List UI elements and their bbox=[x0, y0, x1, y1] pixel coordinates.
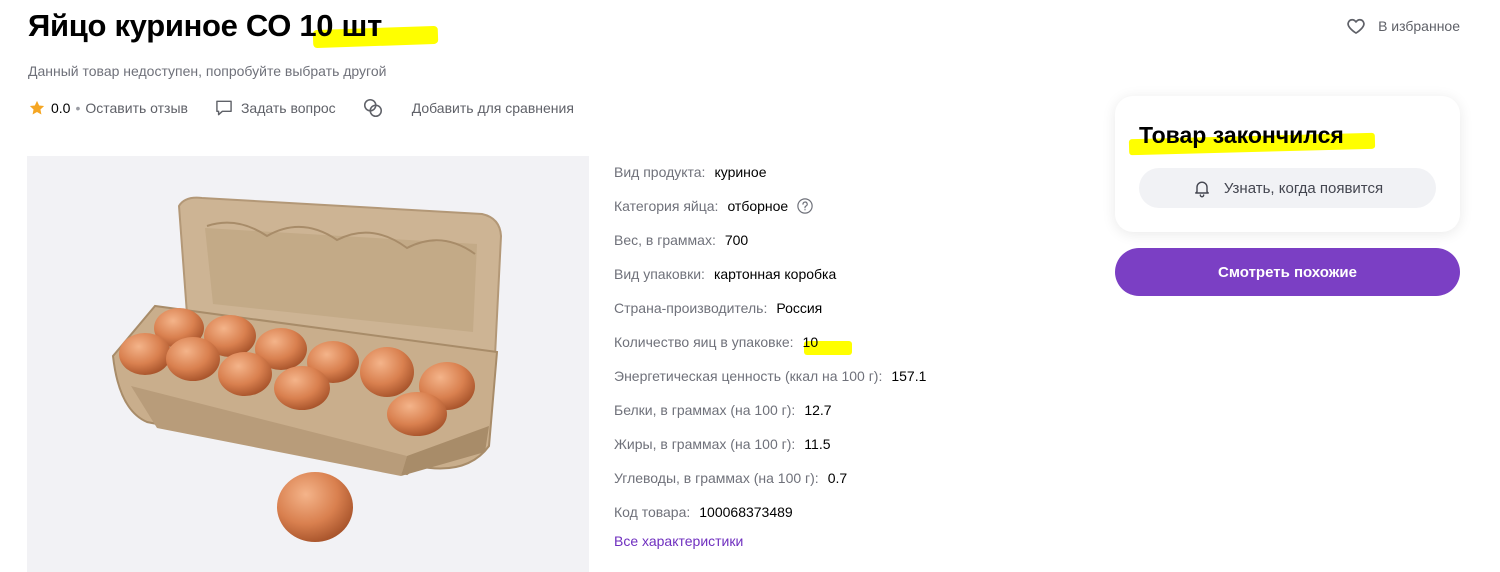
spec-value: картонная коробка bbox=[713, 266, 837, 282]
spec-value: 12.7 bbox=[804, 402, 832, 418]
spec-label: Белки, в граммах (на 100 г): bbox=[614, 402, 796, 418]
spec-row: Количество яиц в упаковке: 10 bbox=[614, 325, 926, 359]
spec-row: Белки, в граммах (на 100 г): 12.7 bbox=[614, 393, 926, 427]
spec-value: куриное bbox=[714, 164, 767, 180]
spec-value: отборное bbox=[727, 198, 789, 214]
product-image[interactable] bbox=[27, 156, 589, 572]
add-to-compare-link[interactable]: Добавить для сравнения bbox=[412, 100, 574, 116]
spec-value: Россия bbox=[776, 300, 823, 316]
star-icon bbox=[29, 100, 45, 115]
question-mark-icon[interactable] bbox=[796, 197, 814, 215]
egg-carton-illustration bbox=[111, 196, 503, 542]
spec-row: Жиры, в граммах (на 100 г): 11.5 bbox=[614, 427, 926, 461]
spec-label: Углеводы, в граммах (на 100 г): bbox=[614, 470, 819, 486]
spec-label: Количество яиц в упаковке: bbox=[614, 334, 794, 350]
compare-icon[interactable] bbox=[362, 97, 384, 119]
spec-label: Код товара: bbox=[614, 504, 691, 520]
spec-row: Углеводы, в граммах (на 100 г): 0.7 bbox=[614, 461, 926, 495]
spec-row: Код товара: 100068373489 bbox=[614, 495, 926, 529]
all-specs-link[interactable]: Все характеристики bbox=[614, 533, 743, 549]
spec-label: Вид продукта: bbox=[614, 164, 706, 180]
spec-row: Вид продукта: куриное bbox=[614, 155, 926, 189]
unavailable-notice: Данный товар недоступен, попробуйте выбр… bbox=[28, 63, 387, 79]
spec-label: Категория яйца: bbox=[614, 198, 719, 214]
chat-bubble-icon bbox=[216, 100, 232, 116]
product-title: Яйцо куриное СО 10 шт bbox=[28, 8, 382, 43]
notify-when-available-button[interactable]: Узнать, когда появится bbox=[1139, 168, 1436, 208]
notify-label: Узнать, когда появится bbox=[1223, 179, 1384, 197]
spec-label: Страна-производитель: bbox=[614, 300, 768, 316]
separator: • bbox=[75, 100, 81, 116]
product-actions: 0.0 • Оставить отзыв Задать вопрос Добав… bbox=[28, 97, 574, 119]
spec-row: Вес, в граммах: 700 bbox=[614, 223, 926, 257]
spec-row: Страна-производитель: Россия bbox=[614, 291, 926, 325]
rating: 0.0 bbox=[28, 99, 70, 117]
spec-label: Вес, в граммах: bbox=[614, 232, 716, 248]
spec-row: Энергетическая ценность (ккал на 100 г):… bbox=[614, 359, 926, 393]
spec-value: 100068373489 bbox=[699, 504, 793, 520]
leave-review-link[interactable]: Оставить отзыв bbox=[85, 100, 188, 116]
out-of-stock-card: Товар закончился Узнать, когда появится bbox=[1115, 96, 1460, 232]
spec-value: 157.1 bbox=[891, 368, 927, 384]
spec-row: Вид упаковки: картонная коробка bbox=[614, 257, 926, 291]
ask-question-label: Задать вопрос bbox=[240, 100, 336, 116]
rating-value: 0.0 bbox=[51, 100, 71, 116]
spec-value: 10 bbox=[802, 334, 819, 350]
spec-label: Жиры, в граммах (на 100 г): bbox=[614, 436, 796, 452]
out-of-stock-title: Товар закончился bbox=[1139, 122, 1344, 148]
spec-label: Энергетическая ценность (ккал на 100 г): bbox=[614, 368, 883, 384]
spec-label: Вид упаковки: bbox=[614, 266, 705, 282]
spec-row: Категория яйца: отборное bbox=[614, 189, 926, 223]
ask-question-button[interactable]: Задать вопрос bbox=[214, 98, 336, 118]
view-similar-button[interactable]: Смотреть похожие bbox=[1115, 248, 1460, 296]
specs-list: Вид продукта: куриное Категория яйца: от… bbox=[614, 155, 926, 529]
heart-icon bbox=[1347, 18, 1365, 34]
favorite-label: В избранное bbox=[1378, 18, 1460, 34]
favorite-button[interactable]: В избранное bbox=[1346, 16, 1460, 36]
spec-value: 700 bbox=[724, 232, 749, 248]
spec-value: 0.7 bbox=[827, 470, 848, 486]
bell-icon bbox=[1194, 181, 1209, 198]
spec-value: 11.5 bbox=[804, 436, 831, 452]
